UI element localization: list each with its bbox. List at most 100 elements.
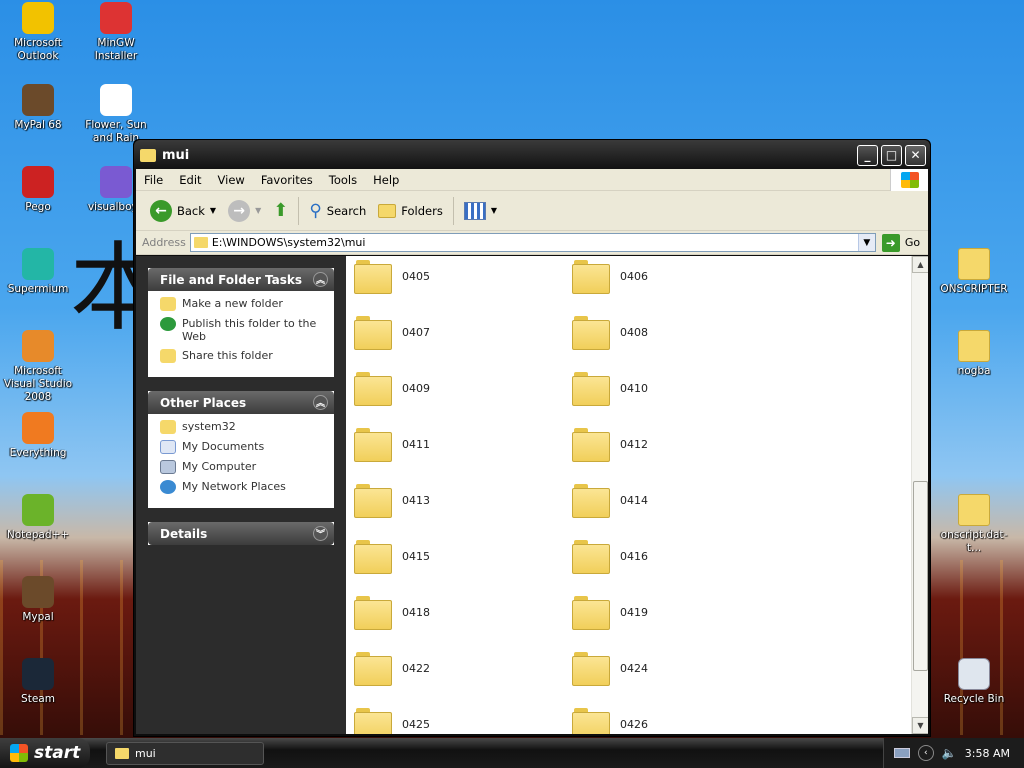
desktop-icon[interactable]: Mypal [0, 576, 76, 624]
folder-item[interactable]: 0407 [354, 304, 572, 360]
share-folder-icon [160, 349, 176, 363]
folder-item[interactable]: 0409 [354, 360, 572, 416]
desktop-icon[interactable]: Microsoft Outlook [0, 2, 76, 63]
close-button[interactable]: ✕ [905, 144, 926, 166]
mypal-icon [22, 576, 54, 608]
other-places-title: Other Places [160, 395, 247, 410]
new-folder-icon [160, 297, 176, 311]
maximize-button[interactable]: □ [881, 144, 902, 166]
search-button[interactable]: ⚲ Search [303, 201, 372, 221]
window-title: mui [162, 147, 190, 163]
chevron-down-icon[interactable]: ▼ [255, 206, 261, 215]
views-button[interactable]: ▼ [458, 201, 503, 220]
other-places-header[interactable]: Other Places ︽ [148, 391, 334, 414]
desktop-icon[interactable]: Flower, Sun and Rain [78, 84, 154, 145]
folder-item[interactable]: 0408 [572, 304, 790, 360]
desktop-icon[interactable]: Steam [0, 658, 76, 706]
desktop-icon[interactable]: Microsoft Visual Studio 2008 [0, 330, 76, 404]
folder-grid: 0405 0406 0407 0408 0409 0410 0411 0412 0413 0414… [354, 256, 790, 734]
menu-favorites[interactable]: Favorites [253, 173, 321, 187]
desktop-icon[interactable]: Recycle Bin [936, 658, 1012, 706]
go-button[interactable]: ➜ Go [881, 233, 920, 252]
supermium-icon [22, 248, 54, 280]
folder-item[interactable]: 0405 [354, 256, 572, 304]
place-my-computer[interactable]: My Computer [160, 460, 324, 474]
windows-flag-icon [10, 744, 28, 762]
address-dropdown-button[interactable]: ▼ [857, 234, 875, 251]
collapse-icon[interactable]: ︽ [313, 395, 328, 410]
keyboard-icon[interactable] [893, 748, 910, 758]
folder-icon [572, 652, 610, 686]
folder-item[interactable]: 0419 [572, 584, 790, 640]
desktop-icon[interactable]: onscript.dat-t... [936, 494, 1012, 555]
desktop-icon[interactable]: MinGW Installer [78, 2, 154, 63]
menu-view[interactable]: View [210, 173, 253, 187]
forward-arrow-icon: → [228, 199, 251, 222]
back-arrow-icon: ← [150, 199, 172, 222]
place-label: My Documents [182, 440, 265, 453]
desktop-icon[interactable]: Pego [0, 166, 76, 214]
folder-item[interactable]: 0422 [354, 640, 572, 696]
start-button[interactable]: start [0, 738, 90, 768]
folders-button[interactable]: Folders [372, 203, 449, 218]
document-icon [100, 84, 132, 116]
forward-button[interactable]: → ▼ [222, 199, 267, 222]
task-make-new-folder[interactable]: Make a new folder [160, 297, 324, 311]
menu-help[interactable]: Help [365, 173, 407, 187]
place-my-documents[interactable]: My Documents [160, 440, 324, 454]
expand-icon[interactable]: ︾ [313, 526, 328, 541]
menu-file[interactable]: File [136, 173, 171, 187]
desktop-icon[interactable]: Notepad++ [0, 494, 76, 542]
place-my-network-places[interactable]: My Network Places [160, 480, 324, 494]
desktop-icon[interactable]: Everything [0, 412, 76, 460]
menu-edit[interactable]: Edit [171, 173, 209, 187]
collapse-icon[interactable]: ︽ [313, 272, 328, 287]
folder-item[interactable]: 0418 [354, 584, 572, 640]
back-button[interactable]: ← Back ▼ [144, 199, 222, 222]
outlook-icon [22, 2, 54, 34]
scroll-up-button[interactable]: ▲ [912, 256, 928, 273]
address-field[interactable]: E:\WINDOWS\system32\mui ▼ [189, 233, 876, 252]
windows-logo-icon [890, 168, 928, 191]
folder-item[interactable]: 0415 [354, 528, 572, 584]
title-bar[interactable]: mui _ □ ✕ [134, 140, 930, 170]
folder-item[interactable]: 0425 [354, 696, 572, 734]
chevron-down-icon[interactable]: ▼ [210, 206, 216, 215]
folder-item[interactable]: 0426 [572, 696, 790, 734]
task-share-folder[interactable]: Share this folder [160, 349, 324, 363]
desktop-icon[interactable]: ONSCRIPTER [936, 248, 1012, 296]
details-header[interactable]: Details ︾ [148, 522, 334, 545]
desktop-icon[interactable]: Supermium [0, 248, 76, 296]
task-label: Make a new folder [182, 297, 283, 310]
folder-item[interactable]: 0424 [572, 640, 790, 696]
clock[interactable]: 3:58 AM [965, 747, 1010, 760]
folder-item[interactable]: 0413 [354, 472, 572, 528]
task-publish-web[interactable]: Publish this folder to the Web [160, 317, 324, 343]
folder-item[interactable]: 0411 [354, 416, 572, 472]
folder-item[interactable]: 0412 [572, 416, 790, 472]
folder-icon [354, 260, 392, 294]
folder-item[interactable]: 0416 [572, 528, 790, 584]
volume-icon[interactable]: 🔈 [942, 746, 957, 760]
folder-icon [572, 596, 610, 630]
folder-item[interactable]: 0414 [572, 472, 790, 528]
folder-name: 0410 [620, 381, 648, 395]
gamepad-icon [100, 166, 132, 198]
notepad-plus-icon [22, 494, 54, 526]
scroll-thumb[interactable] [913, 481, 928, 671]
folder-name: 0407 [402, 325, 430, 339]
vertical-scrollbar[interactable]: ▲ ▼ [911, 256, 928, 734]
folder-icon [958, 248, 990, 280]
folder-item[interactable]: 0410 [572, 360, 790, 416]
desktop-icon[interactable]: MyPal 68 [0, 84, 76, 132]
place-system32[interactable]: system32 [160, 420, 324, 434]
taskbar-button-mui[interactable]: mui [106, 741, 264, 765]
desktop-icon[interactable]: nogba [936, 330, 1012, 378]
scroll-down-button[interactable]: ▼ [912, 717, 928, 734]
minimize-button[interactable]: _ [857, 144, 878, 166]
folder-item[interactable]: 0406 [572, 256, 790, 304]
file-folder-tasks-header[interactable]: File and Folder Tasks ︽ [148, 268, 334, 291]
show-hidden-icons-icon[interactable]: ‹ [917, 745, 934, 761]
menu-tools[interactable]: Tools [321, 173, 365, 187]
up-folder-button[interactable]: ⬆ [267, 200, 294, 221]
